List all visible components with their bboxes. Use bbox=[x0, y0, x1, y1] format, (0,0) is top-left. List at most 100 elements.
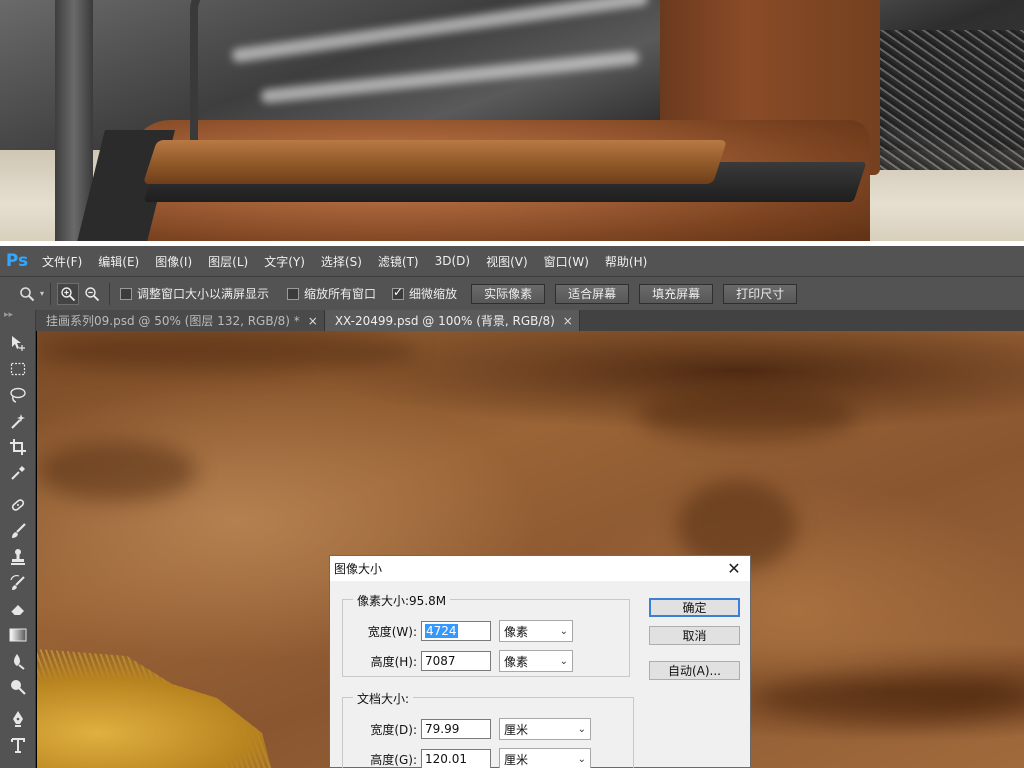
tab-document-1[interactable]: 挂画系列09.psd @ 50% (图层 132, RGB/8) * × bbox=[36, 310, 325, 331]
type-tool-icon[interactable] bbox=[0, 732, 36, 758]
menu-image[interactable]: 图像(I) bbox=[147, 253, 200, 270]
menu-window[interactable]: 窗口(W) bbox=[536, 253, 597, 270]
close-icon[interactable]: × bbox=[308, 314, 318, 328]
zoom-tool-icon[interactable] bbox=[16, 283, 38, 305]
print-size-button[interactable]: 打印尺寸 bbox=[723, 283, 798, 304]
document-size-group: 文档大小: 宽度(D): 79.99 厘米 ⌄ 高度(G): 120.01 厘米… bbox=[342, 690, 634, 768]
healing-brush-tool-icon[interactable] bbox=[0, 492, 36, 518]
doc-height-unit: 厘米 bbox=[504, 752, 529, 767]
zoom-in-icon[interactable] bbox=[57, 282, 80, 305]
gradient-tool-icon[interactable] bbox=[0, 622, 36, 648]
chevron-down-icon[interactable]: ▾ bbox=[40, 289, 44, 298]
zoom-all-windows-label: 缩放所有窗口 bbox=[304, 287, 377, 301]
resize-windows-checkbox[interactable]: 调整窗口大小以满屏显示 bbox=[120, 285, 269, 302]
scrubby-zoom-label: 细微缩放 bbox=[409, 287, 458, 301]
chevron-down-icon: ⌄ bbox=[577, 723, 586, 735]
dialog-titlebar: 图像大小 ✕ bbox=[330, 556, 750, 581]
pixel-height-row: 高度(H): 7087 像素 ⌄ bbox=[343, 650, 573, 672]
menu-filter[interactable]: 滤镜(T) bbox=[370, 253, 427, 270]
stain bbox=[637, 391, 857, 441]
menu-edit[interactable]: 编辑(E) bbox=[90, 253, 147, 270]
menu-help[interactable]: 帮助(H) bbox=[597, 253, 655, 270]
scrubby-zoom-checkbox[interactable]: 细微缩放 bbox=[392, 285, 457, 302]
fill-screen-button[interactable]: 填充屏幕 bbox=[639, 283, 714, 304]
menu-select[interactable]: 选择(S) bbox=[313, 253, 370, 270]
pixel-height-unit: 像素 bbox=[504, 654, 529, 669]
menu-type[interactable]: 文字(Y) bbox=[256, 253, 313, 270]
panel-grip-icon[interactable]: ▸▸ bbox=[0, 310, 35, 330]
light-streak bbox=[260, 50, 640, 104]
chair-armrest bbox=[142, 140, 728, 184]
dry-branches bbox=[865, 30, 1024, 170]
stain bbox=[37, 331, 417, 371]
checkbox-box[interactable] bbox=[287, 287, 300, 300]
menu-bar: Ps 文件(F) 编辑(E) 图像(I) 图层(L) 文字(Y) 选择(S) 滤… bbox=[0, 246, 1024, 276]
photoshop-logo: Ps bbox=[5, 251, 29, 271]
doc-height-field[interactable]: 120.01 bbox=[421, 749, 491, 768]
blur-tool-icon[interactable] bbox=[0, 648, 36, 674]
magic-wand-tool-icon[interactable] bbox=[0, 408, 36, 434]
pen-tool-icon[interactable] bbox=[0, 706, 36, 732]
marquee-tool-icon[interactable] bbox=[0, 356, 36, 382]
options-bar: ▾ 调整窗口大小以满屏显示 缩放所有窗口 细微缩放 实际像素 适合屏幕 填充屏幕… bbox=[0, 276, 1024, 310]
image-size-dialog: 图像大小 ✕ 像素大小:95.8M 宽度(W): 4724 像素 ⌄ 高度(H)… bbox=[329, 555, 751, 768]
menu-view[interactable]: 视图(V) bbox=[478, 253, 536, 270]
zoom-all-windows-checkbox[interactable]: 缩放所有窗口 bbox=[287, 285, 376, 302]
doc-height-row: 高度(G): 120.01 厘米 ⌄ bbox=[343, 748, 591, 768]
stain bbox=[37, 441, 197, 501]
lasso-tool-icon[interactable] bbox=[0, 382, 36, 408]
doc-width-field[interactable]: 79.99 bbox=[421, 719, 491, 739]
zoom-out-icon[interactable] bbox=[81, 283, 103, 305]
tools-panel: ▸▸ bbox=[0, 310, 36, 768]
chevron-down-icon: ⌄ bbox=[577, 753, 586, 765]
menu-3d[interactable]: 3D(D) bbox=[427, 254, 478, 268]
auto-button[interactable]: 自动(A)... bbox=[649, 661, 740, 680]
pixel-width-unit-select[interactable]: 像素 ⌄ bbox=[499, 620, 573, 642]
ok-button[interactable]: 确定 bbox=[649, 598, 740, 617]
chair-photo bbox=[0, 0, 1024, 241]
pixel-height-value[interactable]: 7087 bbox=[425, 654, 456, 668]
history-brush-tool-icon[interactable] bbox=[0, 570, 36, 596]
cancel-button[interactable]: 取消 bbox=[649, 626, 740, 645]
checkbox-box-checked[interactable] bbox=[392, 285, 405, 300]
actual-pixels-button[interactable]: 实际像素 bbox=[471, 283, 546, 304]
pixel-width-row: 宽度(W): 4724 像素 ⌄ bbox=[343, 620, 573, 642]
doc-width-unit-select[interactable]: 厘米 ⌄ bbox=[499, 718, 591, 740]
move-tool-icon[interactable] bbox=[0, 330, 36, 356]
doc-width-label: 宽度(D): bbox=[370, 722, 417, 737]
tab-label: XX-20499.psd @ 100% (背景, RGB/8) bbox=[334, 314, 555, 328]
tab-label: 挂画系列09.psd @ 50% (图层 132, RGB/8) * bbox=[46, 314, 300, 328]
pixel-width-field[interactable]: 4724 bbox=[421, 621, 491, 641]
doc-height-label: 高度(G): bbox=[370, 752, 417, 767]
checkbox-box[interactable] bbox=[120, 287, 133, 300]
pixel-height-field[interactable]: 7087 bbox=[421, 651, 491, 671]
fit-screen-button[interactable]: 适合屏幕 bbox=[555, 283, 630, 304]
doc-width-value[interactable]: 79.99 bbox=[425, 722, 459, 736]
brush-tool-icon[interactable] bbox=[0, 518, 36, 544]
dodge-tool-icon[interactable] bbox=[0, 674, 36, 700]
menu-layer[interactable]: 图层(L) bbox=[200, 253, 256, 270]
menu-file[interactable]: 文件(F) bbox=[34, 253, 90, 270]
close-icon[interactable]: × bbox=[563, 314, 573, 328]
chevron-down-icon: ⌄ bbox=[559, 625, 568, 637]
crop-tool-icon[interactable] bbox=[0, 434, 36, 460]
pixel-dimensions-legend: 像素大小:95.8M bbox=[353, 592, 451, 609]
stain bbox=[757, 676, 1024, 721]
doc-width-row: 宽度(D): 79.99 厘米 ⌄ bbox=[343, 718, 591, 740]
doc-height-unit-select[interactable]: 厘米 ⌄ bbox=[499, 748, 591, 768]
eyedropper-tool-icon[interactable] bbox=[0, 460, 36, 486]
clone-stamp-tool-icon[interactable] bbox=[0, 544, 36, 570]
pixel-height-unit-select[interactable]: 像素 ⌄ bbox=[499, 650, 573, 672]
pixel-dimensions-group: 像素大小:95.8M 宽度(W): 4724 像素 ⌄ 高度(H): 7087 … bbox=[342, 592, 630, 677]
close-icon[interactable]: ✕ bbox=[724, 559, 744, 578]
doc-height-value[interactable]: 120.01 bbox=[425, 752, 467, 766]
pixel-width-value[interactable]: 4724 bbox=[425, 624, 458, 638]
chevron-down-icon: ⌄ bbox=[559, 655, 568, 667]
gold-foil-area bbox=[37, 649, 277, 768]
pixel-height-label: 高度(H): bbox=[370, 654, 417, 669]
eraser-tool-icon[interactable] bbox=[0, 596, 36, 622]
dialog-title: 图像大小 bbox=[334, 562, 383, 576]
pixel-width-unit: 像素 bbox=[504, 624, 529, 639]
light-streak bbox=[231, 0, 649, 64]
tab-document-2[interactable]: XX-20499.psd @ 100% (背景, RGB/8) × bbox=[324, 310, 580, 331]
